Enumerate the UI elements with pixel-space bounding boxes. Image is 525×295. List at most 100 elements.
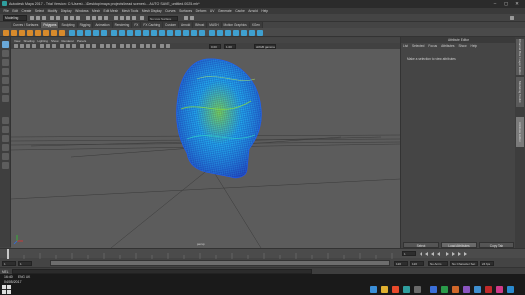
menu-surfaces[interactable]: Surfaces: [179, 9, 192, 13]
bevel-icon[interactable]: [127, 29, 133, 36]
taskbar-store-icon[interactable]: [414, 286, 421, 293]
taskbar-maya-icon[interactable]: [403, 286, 410, 293]
poly-cube-icon[interactable]: [11, 29, 17, 36]
taskbar-skype-icon[interactable]: [507, 286, 514, 293]
platonic-solid-icon[interactable]: [59, 29, 65, 36]
viewport-menu-lighting[interactable]: Lighting: [37, 39, 48, 43]
collapse-icon[interactable]: [191, 29, 197, 36]
menu-mesh-tools[interactable]: Mesh Tools: [122, 9, 139, 13]
live-surface-field[interactable]: No Live Surface: [148, 15, 178, 21]
persp-hypershade-layout-icon[interactable]: [2, 153, 9, 160]
snap-curve-icon[interactable]: [92, 16, 96, 20]
sign-in-icon[interactable]: [510, 16, 514, 20]
select-tool-icon[interactable]: [2, 41, 9, 48]
character-set-field[interactable]: No Character Set: [450, 260, 478, 266]
menu-file[interactable]: File: [4, 9, 9, 13]
tray-lang-uk[interactable]: UK: [26, 275, 30, 279]
viewport-menu-show[interactable]: Show: [51, 39, 59, 43]
tray-lang-eng[interactable]: ENG: [18, 275, 25, 279]
menu-select[interactable]: Select: [35, 9, 44, 13]
menu-uv[interactable]: UV: [210, 9, 215, 13]
viewport-menu-view[interactable]: View: [14, 39, 20, 43]
open-scene-icon[interactable]: [36, 16, 40, 20]
color-space-dropdown[interactable]: sRGB gamma: [254, 43, 276, 49]
menu-create[interactable]: Create: [22, 9, 32, 13]
four-view-layout-icon[interactable]: [2, 126, 9, 133]
extrude-icon[interactable]: [111, 29, 117, 36]
symmetry-icon[interactable]: [140, 16, 144, 20]
ae-menu-help[interactable]: Help: [471, 44, 478, 48]
taskbar-edge-icon[interactable]: [370, 286, 377, 293]
menu-arnold[interactable]: Arnold: [248, 9, 258, 13]
persp-graph-layout-icon[interactable]: [2, 144, 9, 151]
taskbar-outlook-icon[interactable]: [474, 286, 481, 293]
poly-cylinder-icon[interactable]: [19, 29, 25, 36]
smooth-icon[interactable]: [85, 29, 91, 36]
time-slider[interactable]: 1: [0, 248, 525, 259]
render-settings-icon[interactable]: [132, 16, 136, 20]
range-bar[interactable]: [50, 260, 390, 266]
viewport-panel[interactable]: View Shading Lighting Show Renderer Pane…: [11, 38, 400, 248]
soften-edge-icon[interactable]: [249, 29, 255, 36]
fps-field[interactable]: 24 fps: [480, 260, 494, 266]
planar-uv-icon[interactable]: [225, 29, 231, 36]
ae-menu-selected[interactable]: Selected: [412, 44, 424, 48]
menu-windows[interactable]: Windows: [75, 9, 88, 13]
rotate-tool-icon[interactable]: [2, 77, 9, 84]
boolean-icon[interactable]: [93, 29, 99, 36]
edge-loop-icon[interactable]: [159, 29, 165, 36]
exposure-field[interactable]: 0.00: [209, 43, 221, 49]
current-frame-field[interactable]: 1: [402, 251, 416, 256]
undo-icon[interactable]: [50, 16, 54, 20]
side-tab-channel-box[interactable]: Channel Box / Layer Editor: [516, 39, 524, 75]
taskbar-onenote-icon[interactable]: [463, 286, 470, 293]
menu-generate[interactable]: Generate: [218, 9, 232, 13]
bridge-icon[interactable]: [119, 29, 125, 36]
show-hide-icon[interactable]: [190, 16, 194, 20]
move-tool-icon[interactable]: [2, 68, 9, 75]
side-tab-attribute-editor[interactable]: Attribute Editor: [516, 117, 524, 147]
ipr-render-icon[interactable]: [126, 16, 130, 20]
taskbar-word-icon[interactable]: [430, 286, 437, 293]
viewport-menu-renderer[interactable]: Renderer: [62, 39, 75, 43]
spherical-uv-icon[interactable]: [241, 29, 247, 36]
select-component-icon[interactable]: [76, 16, 80, 20]
ae-menu-attributes[interactable]: Attributes: [441, 44, 454, 48]
snap-point-icon[interactable]: [98, 16, 102, 20]
viewport-menu-panels[interactable]: Panels: [77, 39, 86, 43]
separate-icon[interactable]: [77, 29, 83, 36]
harden-edge-icon[interactable]: [257, 29, 263, 36]
cylindrical-uv-icon[interactable]: [233, 29, 239, 36]
last-tool-icon[interactable]: [2, 95, 9, 102]
redo-icon[interactable]: [56, 16, 60, 20]
menu-mesh[interactable]: Mesh: [92, 9, 100, 13]
viewport-scene[interactable]: [11, 49, 400, 248]
select-hierarchy-icon[interactable]: [64, 16, 68, 20]
fill-hole-icon[interactable]: [135, 29, 141, 36]
viewport-menu-shading[interactable]: Shading: [23, 39, 34, 43]
poly-disc-icon[interactable]: [51, 29, 57, 36]
range-start-field[interactable]: 1: [2, 260, 16, 266]
snap-grid-icon[interactable]: [86, 16, 90, 20]
poly-cone-icon[interactable]: [27, 29, 33, 36]
select-object-icon[interactable]: [70, 16, 74, 20]
side-tab-modeling-toolkit[interactable]: Modeling Toolkit: [516, 77, 524, 107]
uv-editor-icon[interactable]: [209, 29, 215, 36]
save-scene-icon[interactable]: [42, 16, 46, 20]
poly-sphere-icon[interactable]: [3, 29, 9, 36]
menu-set-dropdown[interactable]: Modeling: [3, 15, 27, 21]
single-perspective-layout-icon[interactable]: [2, 117, 9, 124]
target-weld-icon[interactable]: [151, 29, 157, 36]
range-inner-end-field[interactable]: 120: [394, 260, 408, 266]
menu-display[interactable]: Display: [61, 9, 72, 13]
menu-deform[interactable]: Deform: [196, 9, 207, 13]
new-scene-icon[interactable]: [30, 16, 34, 20]
paint-select-tool-icon[interactable]: [2, 59, 9, 66]
menu-help[interactable]: Help: [261, 9, 268, 13]
ae-menu-list[interactable]: List: [403, 44, 408, 48]
menu-modify[interactable]: Modify: [48, 9, 58, 13]
command-language-label[interactable]: MEL: [2, 270, 9, 274]
range-end-field[interactable]: 120: [410, 260, 424, 266]
combine-icon[interactable]: [69, 29, 75, 36]
menu-edit[interactable]: Edit: [12, 9, 18, 13]
